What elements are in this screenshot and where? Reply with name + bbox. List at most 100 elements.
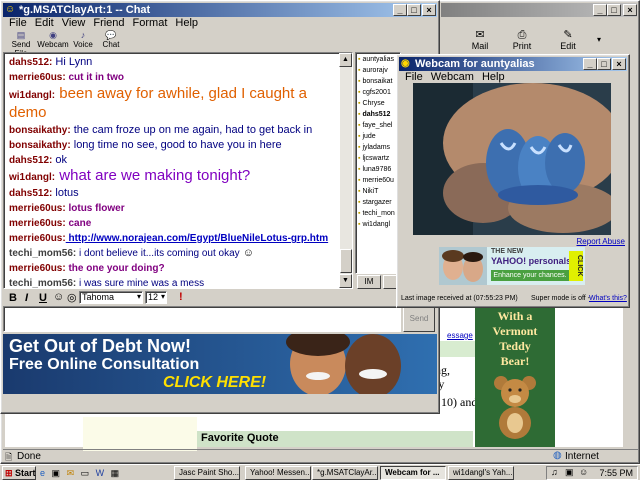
chat-nick[interactable]: techi_mom56: (9, 278, 76, 288)
close-icon[interactable]: × (623, 4, 637, 16)
chat-link[interactable]: http://www.norajean.com/Egypt/BlueNileLo… (66, 233, 328, 244)
chat-nick[interactable]: merrie60us: (9, 218, 66, 229)
chat-nick[interactable]: techi_mom56: (9, 248, 76, 259)
menu-help[interactable]: Help (482, 71, 505, 83)
menu-edit[interactable]: Edit (35, 17, 54, 29)
scroll-up-icon[interactable]: ▲ (339, 53, 352, 67)
minimize-icon[interactable]: _ (593, 4, 607, 16)
maximize-icon[interactable]: □ (607, 4, 621, 16)
toolbar-edit-button[interactable]: ✎ Edit (553, 29, 583, 51)
chat-nick[interactable]: wi1dangl: (9, 172, 55, 183)
maximize-icon[interactable]: □ (597, 58, 611, 70)
chat-nick[interactable]: wi1dangl: (9, 90, 55, 101)
member-item[interactable]: ▪ aurorajv (358, 65, 400, 76)
outlook-icon[interactable]: ✉ (67, 468, 75, 478)
yahoo-personals-ad[interactable]: THE NEW YAHOO! personals Enhance your ch… (439, 247, 585, 285)
explorer-icon[interactable]: ▭ (81, 468, 90, 478)
chevron-down-icon[interactable]: ▾ (161, 292, 165, 301)
toolbar-print-button[interactable]: ⎙ Print (507, 29, 537, 51)
program-icon[interactable]: ▦ (111, 468, 120, 478)
im-button[interactable]: IM (357, 275, 381, 289)
toolbar-mail-button[interactable]: ✉ Mail (465, 29, 495, 51)
member-item[interactable]: ▪ faye_shel (358, 120, 400, 131)
send-button[interactable]: Send (403, 306, 435, 332)
menu-format[interactable]: Format (133, 17, 168, 29)
chat-nick[interactable]: merrie60us: (9, 72, 66, 83)
member-item[interactable]: ▪ cgfs2001 (358, 87, 400, 98)
member-item[interactable]: ▪ Chryse (358, 98, 400, 109)
maximize-icon[interactable]: □ (407, 4, 421, 16)
minimize-icon[interactable]: _ (393, 4, 407, 16)
chat-button[interactable]: 💬 Chat (95, 30, 127, 49)
menu-file[interactable]: File (405, 71, 423, 83)
menu-help[interactable]: Help (175, 17, 198, 29)
member-item[interactable]: ▪ bonsaikat (358, 76, 400, 87)
member-item[interactable]: ▪ wi1dangl (358, 219, 400, 230)
chat-titlebar: ☺ *g.MSATClayArt:1 -- Chat _ □ × (3, 3, 437, 17)
volume-icon[interactable]: ♫ (551, 467, 558, 477)
chat-scrollbar[interactable]: ▲ ▼ (339, 53, 352, 288)
member-item[interactable]: ▪ merrie60u (358, 175, 400, 186)
network-icon[interactable]: ▣ (565, 467, 574, 478)
member-item[interactable]: ▪ dahs512 (358, 109, 400, 120)
member-item[interactable]: ▪ jude (358, 131, 400, 142)
chat-nick[interactable]: dahs512: (9, 188, 52, 199)
member-item[interactable]: ▪ jyladams (358, 142, 400, 153)
member-item[interactable]: ▪ ljcswartz (358, 153, 400, 164)
chat-nick[interactable]: bonsaikathy: (9, 125, 71, 136)
chat-nick[interactable]: dahs512: (9, 155, 52, 166)
member-name: merrie60u (362, 177, 394, 184)
chat-nick[interactable]: merrie60us: (9, 233, 66, 244)
taskbar-button[interactable]: Jasc Paint Sho... (174, 466, 240, 480)
internet-zone-icon: ◍ (553, 450, 562, 461)
word-icon[interactable]: W (96, 468, 105, 478)
member-item[interactable]: ▪ stargazer (358, 197, 400, 208)
member-list[interactable]: ▪ auntyalias ▪ aurorajv ▪ bonsaikat ▪ cgfs2… (355, 52, 401, 274)
chevron-down-icon[interactable]: ▾ (137, 292, 141, 301)
desktop-icon[interactable]: ▣ (52, 468, 61, 478)
font-size-select[interactable]: 12 ▾ (145, 291, 167, 304)
alert-icon[interactable]: ! (179, 291, 183, 303)
member-item[interactable]: ▪ techi_mon (358, 208, 400, 219)
bold-button[interactable]: B (9, 292, 17, 304)
smiley-icon[interactable]: ☺ (53, 291, 64, 303)
member-item[interactable]: ▪ NikiT (358, 186, 400, 197)
italic-button[interactable]: I (25, 292, 28, 304)
debt-banner-ad[interactable]: Get Out of Debt Now! Free Online Consult… (3, 334, 437, 394)
scroll-thumb[interactable] (340, 249, 352, 273)
report-abuse-link[interactable]: Report Abuse (577, 237, 625, 246)
minimize-icon[interactable]: _ (583, 58, 597, 70)
start-button[interactable]: ⊞ Start (2, 466, 36, 480)
taskbar-button[interactable]: Webcam for ... (380, 466, 446, 480)
webcam-button[interactable]: ◉ Webcam (37, 30, 69, 49)
message-input[interactable] (3, 306, 401, 332)
taskbar-button[interactable]: *g.MSATClayAr... (312, 466, 378, 480)
menu-friend[interactable]: Friend (93, 17, 124, 29)
whats-this-link[interactable]: What's this? (589, 293, 627, 305)
member-item[interactable]: ▪ luna9786 (358, 164, 400, 175)
member-item[interactable]: ▪ auntyalias (358, 54, 400, 65)
underline-button[interactable]: U (39, 292, 47, 304)
yahoo-face-icon: ☺ (5, 4, 16, 15)
taskbar-button[interactable]: Yahoo! Messen... (245, 466, 311, 480)
menu-view[interactable]: View (62, 17, 86, 29)
chat-nick[interactable]: merrie60us: (9, 263, 66, 274)
font-select[interactable]: Tahoma ▾ (79, 291, 143, 304)
message-link[interactable]: essage (447, 331, 473, 340)
teddy-bear-ad[interactable]: With a Vermont Teddy Bear! (475, 301, 555, 447)
member-name: dahs512 (362, 111, 391, 118)
taskbar-button[interactable]: wi1dangl's Yah... (448, 466, 514, 480)
menu-webcam[interactable]: Webcam (431, 71, 474, 83)
close-icon[interactable]: × (422, 4, 436, 16)
chevron-down-icon[interactable]: ▾ (597, 35, 601, 44)
chat-nick[interactable]: dahs512: (9, 57, 52, 68)
menu-file[interactable]: File (9, 17, 27, 29)
chat-nick[interactable]: bonsaikathy: (9, 140, 71, 151)
close-icon[interactable]: × (612, 58, 626, 70)
chat-nick[interactable]: merrie60us: (9, 203, 66, 214)
messenger-tray-icon[interactable]: ☺ (579, 467, 588, 477)
scroll-down-icon[interactable]: ▼ (339, 274, 352, 288)
color-icon[interactable]: ◎ (67, 291, 77, 304)
chat-transcript[interactable]: dahs512: Hi Lynn merrie60us: cut it in tw… (3, 52, 353, 289)
ie-icon[interactable]: e (40, 468, 45, 478)
